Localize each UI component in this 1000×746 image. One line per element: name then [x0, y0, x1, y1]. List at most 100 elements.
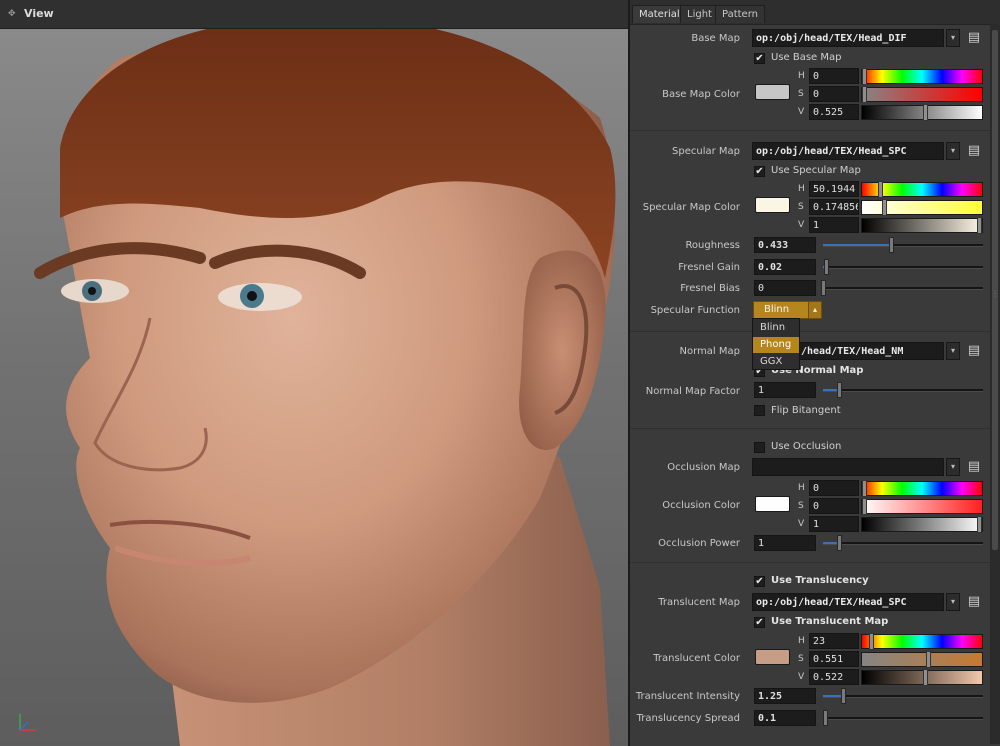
- specular-function-arrow-icon[interactable]: ▴: [808, 301, 822, 319]
- translucent-map-file-chooser-icon[interactable]: ▤: [967, 594, 981, 610]
- specular-color-swatch[interactable]: [755, 197, 790, 213]
- translucent-intensity-field[interactable]: 1.25: [754, 688, 816, 704]
- use-specular-map-checkbox[interactable]: ✔: [754, 166, 765, 177]
- base-sat-handle[interactable]: [862, 86, 867, 103]
- occlusion-color-swatch[interactable]: [755, 496, 790, 512]
- base-color-swatch[interactable]: [755, 84, 790, 100]
- translucent-val-field[interactable]: 0.522: [809, 669, 859, 685]
- normal-map-file-chooser-icon[interactable]: ▤: [967, 343, 981, 359]
- translucent-val-handle[interactable]: [923, 669, 929, 686]
- base-map-dropdown-icon[interactable]: ▾: [946, 29, 960, 47]
- specular-map-dropdown-icon[interactable]: ▾: [946, 142, 960, 160]
- use-translucency-checkbox[interactable]: ✔: [754, 576, 765, 587]
- normal-map-factor-field[interactable]: 1: [754, 382, 816, 398]
- sat-letter: S: [798, 202, 804, 212]
- roughness-field[interactable]: 0.433: [754, 237, 816, 253]
- translucent-val-bar[interactable]: [861, 669, 983, 686]
- specular-sat-handle[interactable]: [882, 199, 888, 216]
- occlusion-map-dropdown-icon[interactable]: ▾: [946, 458, 960, 476]
- use-base-map-checkbox[interactable]: ✔: [754, 53, 765, 64]
- specular-map-path-field[interactable]: op:/obj/head/TEX/Head_SPC: [752, 142, 944, 160]
- tab-pattern[interactable]: Pattern: [715, 5, 765, 23]
- occlusion-hue-handle[interactable]: [862, 480, 867, 497]
- roughness-slider-thumb[interactable]: [888, 237, 894, 253]
- occlusion-val-field[interactable]: 1: [809, 516, 859, 532]
- normal-map-dropdown-icon[interactable]: ▾: [946, 342, 960, 360]
- normal-map-factor-slider-track[interactable]: [823, 389, 983, 392]
- occlusion-sat-handle[interactable]: [862, 498, 867, 515]
- occlusion-val-handle[interactable]: [977, 516, 982, 533]
- occlusion-sat-field[interactable]: 0: [809, 498, 859, 514]
- base-sat-field[interactable]: 0: [809, 86, 859, 102]
- viewport-menu-icon[interactable]: ✥: [8, 9, 18, 19]
- specular-val-field[interactable]: 1: [809, 217, 859, 233]
- translucency-spread-slider-track[interactable]: [823, 717, 983, 720]
- occlusion-power-slider-track[interactable]: [823, 542, 983, 545]
- specular-hue-handle[interactable]: [878, 181, 884, 198]
- base-sat-bar[interactable]: [861, 86, 983, 103]
- occlusion-hue-bar[interactable]: [861, 480, 983, 497]
- val-letter: V: [798, 519, 805, 529]
- translucent-map-path-field[interactable]: op:/obj/head/TEX/Head_SPC: [752, 593, 944, 611]
- fresnel-gain-slider-thumb[interactable]: [824, 259, 830, 275]
- specular-sat-field[interactable]: 0.174856: [809, 199, 859, 215]
- base-map-file-chooser-icon[interactable]: ▤: [967, 30, 981, 46]
- occlusion-hue-field[interactable]: 0: [809, 480, 859, 496]
- base-val-handle[interactable]: [923, 104, 929, 121]
- fresnel-gain-field[interactable]: 0.02: [754, 259, 816, 275]
- specular-map-file-chooser-icon[interactable]: ▤: [967, 143, 981, 159]
- specular-hue-field[interactable]: 50.1944: [809, 181, 859, 197]
- translucency-spread-slider-thumb[interactable]: [822, 710, 828, 726]
- base-val-bar[interactable]: [861, 104, 983, 121]
- translucent-sat-bar[interactable]: [861, 651, 983, 668]
- scroll-grip-icon: ⋮: [991, 289, 999, 298]
- base-hue-bar[interactable]: [861, 68, 983, 85]
- translucency-spread-field[interactable]: 0.1: [754, 710, 816, 726]
- tab-light[interactable]: Light: [680, 5, 719, 23]
- translucent-sat-field[interactable]: 0.551: [809, 651, 859, 667]
- specular-hue-bar[interactable]: [861, 181, 983, 198]
- occlusion-map-file-chooser-icon[interactable]: ▤: [967, 459, 981, 475]
- translucent-hue-handle[interactable]: [869, 633, 875, 650]
- fresnel-bias-slider-track[interactable]: [823, 287, 983, 290]
- val-letter: V: [798, 672, 805, 682]
- specular-sat-bar[interactable]: [861, 199, 983, 216]
- fresnel-bias-field[interactable]: 0: [754, 280, 816, 296]
- occlusion-sat-bar[interactable]: [861, 498, 983, 515]
- flip-bitangent-checkbox[interactable]: [754, 405, 765, 416]
- specular-function-combo[interactable]: Blinn: [753, 301, 809, 319]
- occlusion-map-label: Occlusion Map: [667, 462, 740, 473]
- panel-scrollbar[interactable]: ⋮: [990, 24, 1000, 744]
- occlusion-val-bar[interactable]: [861, 516, 983, 533]
- translucent-map-dropdown-icon[interactable]: ▾: [946, 593, 960, 611]
- specular-val-handle[interactable]: [977, 217, 982, 234]
- base-val-field[interactable]: 0.525: [809, 104, 859, 120]
- occlusion-power-slider-thumb[interactable]: [836, 535, 842, 551]
- translucent-hue-field[interactable]: 23: [809, 633, 859, 649]
- occlusion-map-path-field[interactable]: [752, 458, 944, 476]
- sat-letter: S: [798, 89, 804, 99]
- viewport-3d[interactable]: ✥ View: [0, 0, 628, 746]
- use-translucent-map-checkbox[interactable]: ✔: [754, 617, 765, 628]
- base-hue-handle[interactable]: [862, 68, 867, 85]
- menu-item-ggx[interactable]: GGX: [753, 354, 799, 370]
- base-map-path-field[interactable]: op:/obj/head/TEX/Head_DIF: [752, 29, 944, 47]
- occlusion-power-field[interactable]: 1: [754, 535, 816, 551]
- fresnel-bias-slider-thumb[interactable]: [821, 280, 826, 296]
- roughness-slider-track[interactable]: [823, 244, 983, 247]
- translucent-intensity-slider-thumb[interactable]: [840, 688, 846, 704]
- menu-item-blinn[interactable]: Blinn: [753, 320, 799, 336]
- normal-map-label: Normal Map: [679, 346, 740, 357]
- translucent-intensity-slider-track[interactable]: [823, 695, 983, 698]
- specular-val-bar[interactable]: [861, 217, 983, 234]
- translucent-sat-handle[interactable]: [926, 651, 932, 668]
- base-hue-field[interactable]: 0: [809, 68, 859, 84]
- fresnel-gain-slider-track[interactable]: [823, 266, 983, 269]
- translucent-hue-bar[interactable]: [861, 633, 983, 650]
- translucent-intensity-label: Translucent Intensity: [635, 691, 740, 702]
- menu-item-phong[interactable]: Phong: [753, 337, 799, 353]
- normal-map-factor-slider-thumb[interactable]: [836, 382, 842, 398]
- use-occlusion-checkbox[interactable]: [754, 442, 765, 453]
- translucent-color-swatch[interactable]: [755, 649, 790, 665]
- tab-material[interactable]: Material: [632, 5, 687, 23]
